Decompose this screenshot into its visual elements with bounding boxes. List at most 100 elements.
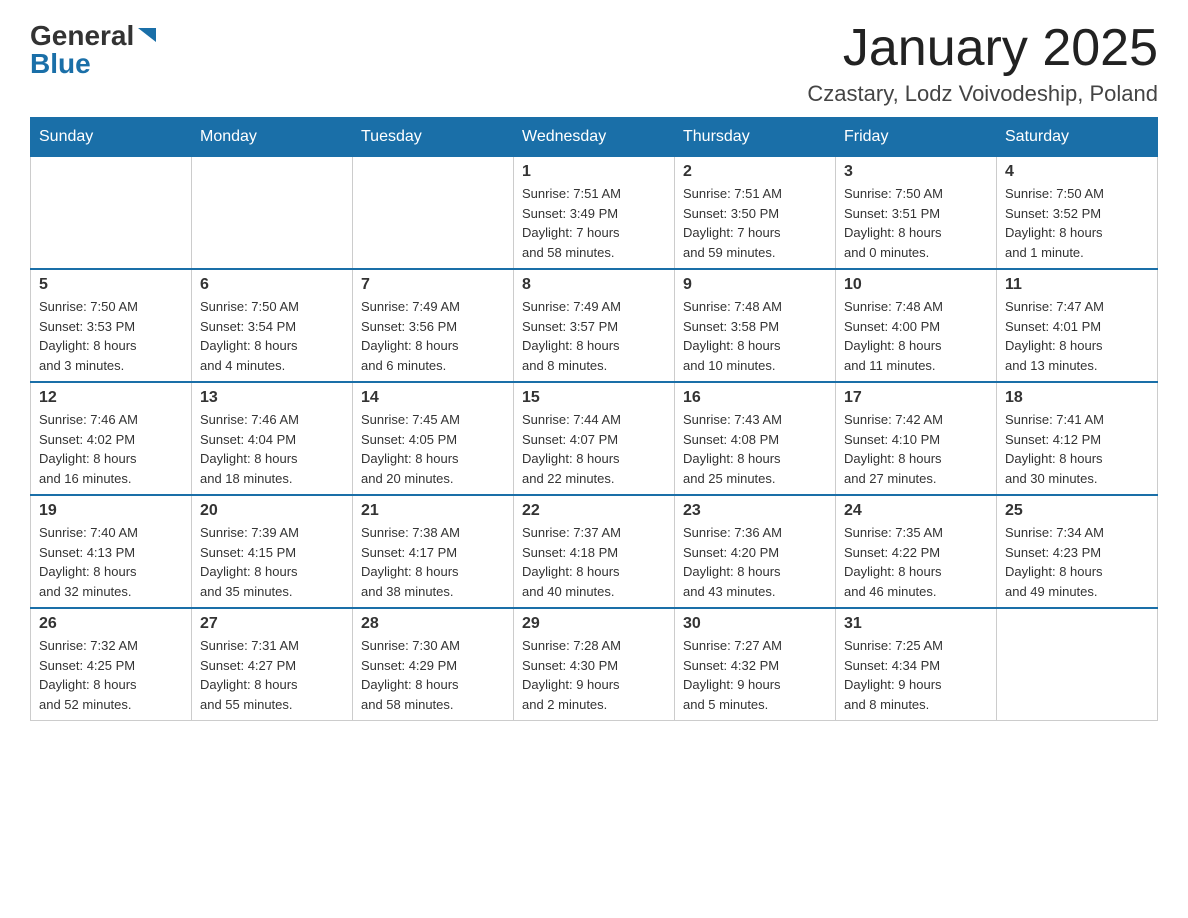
- calendar-day-cell: 16Sunrise: 7:43 AM Sunset: 4:08 PM Dayli…: [675, 382, 836, 495]
- calendar-day-cell: 29 Sunrise: 7:28 AM Sunset: 4:30 PM Dayli…: [514, 608, 675, 721]
- calendar-header-sunday: Sunday: [31, 118, 192, 157]
- day-info: Sunrise: 7:48 AM Sunset: 4:00 PM Dayligh…: [844, 297, 988, 375]
- calendar-week-row: 19 Sunrise: 7:40 AM Sunset: 4:13 PM Dayli…: [31, 495, 1158, 608]
- day-number: 3: [844, 163, 988, 181]
- day-number: 31: [844, 615, 988, 633]
- calendar-day-cell: 4 Sunrise: 7:50 AM Sunset: 3:52 PM Daylig…: [997, 157, 1158, 270]
- day-info: Sunrise: 7:46 AM Sunset: 4:04 PM Dayligh…: [200, 410, 344, 488]
- logo-blue-text: Blue: [30, 48, 91, 80]
- day-number: 13: [200, 389, 344, 407]
- calendar-day-cell: [997, 608, 1158, 721]
- day-number: 5: [39, 276, 183, 294]
- month-title: January 2025: [807, 20, 1158, 77]
- day-info: Sunrise: 7:50 AM Sunset: 3:53 PM Dayligh…: [39, 297, 183, 375]
- calendar-day-cell: 28 Sunrise: 7:30 AM Sunset: 4:29 PM Dayli…: [353, 608, 514, 721]
- day-info: Sunrise: 7:31 AM Sunset: 4:27 PM Dayligh…: [200, 636, 344, 714]
- calendar-day-cell: 30Sunrise: 7:27 AM Sunset: 4:32 PM Dayli…: [675, 608, 836, 721]
- day-info: Sunrise: 7:50 AM Sunset: 3:52 PM Dayligh…: [1005, 184, 1149, 262]
- calendar-header-tuesday: Tuesday: [353, 118, 514, 157]
- day-number: 7: [361, 276, 505, 294]
- day-info: Sunrise: 7:34 AM Sunset: 4:23 PM Dayligh…: [1005, 523, 1149, 601]
- day-info: Sunrise: 7:41 AM Sunset: 4:12 PM Dayligh…: [1005, 410, 1149, 488]
- day-info: Sunrise: 7:49 AM Sunset: 3:57 PM Dayligh…: [522, 297, 666, 375]
- day-number: 8: [522, 276, 666, 294]
- day-number: 25: [1005, 502, 1149, 520]
- day-info: Sunrise: 7:37 AM Sunset: 4:18 PM Dayligh…: [522, 523, 666, 601]
- day-info: Sunrise: 7:48 AM Sunset: 3:58 PM Dayligh…: [683, 297, 827, 375]
- calendar-day-cell: 31 Sunrise: 7:25 AM Sunset: 4:34 PM Dayli…: [836, 608, 997, 721]
- day-number: 18: [1005, 389, 1149, 407]
- calendar-day-cell: 8 Sunrise: 7:49 AM Sunset: 3:57 PM Daylig…: [514, 269, 675, 382]
- day-number: 27: [200, 615, 344, 633]
- day-info: Sunrise: 7:50 AM Sunset: 3:54 PM Dayligh…: [200, 297, 344, 375]
- day-info: Sunrise: 7:36 AM Sunset: 4:20 PM Dayligh…: [683, 523, 827, 601]
- day-number: 29: [522, 615, 666, 633]
- day-number: 23: [683, 502, 827, 520]
- day-number: 1: [522, 163, 666, 181]
- day-info: Sunrise: 7:46 AM Sunset: 4:02 PM Dayligh…: [39, 410, 183, 488]
- calendar-day-cell: 2Sunrise: 7:51 AM Sunset: 3:50 PM Daylig…: [675, 157, 836, 270]
- calendar-header-row: SundayMondayTuesdayWednesdayThursdayFrid…: [31, 118, 1158, 157]
- day-number: 9: [683, 276, 827, 294]
- day-number: 17: [844, 389, 988, 407]
- calendar-day-cell: 23 Sunrise: 7:36 AM Sunset: 4:20 PM Dayli…: [675, 495, 836, 608]
- calendar-day-cell: 11 Sunrise: 7:47 AM Sunset: 4:01 PM Dayli…: [997, 269, 1158, 382]
- calendar-table: SundayMondayTuesdayWednesdayThursdayFrid…: [30, 117, 1158, 721]
- calendar-day-cell: [353, 157, 514, 270]
- day-info: Sunrise: 7:28 AM Sunset: 4:30 PM Dayligh…: [522, 636, 666, 714]
- day-number: 4: [1005, 163, 1149, 181]
- day-number: 28: [361, 615, 505, 633]
- day-number: 24: [844, 502, 988, 520]
- day-info: Sunrise: 7:32 AM Sunset: 4:25 PM Dayligh…: [39, 636, 183, 714]
- calendar-day-cell: 7Sunrise: 7:49 AM Sunset: 3:56 PM Daylig…: [353, 269, 514, 382]
- calendar-day-cell: 15 Sunrise: 7:44 AM Sunset: 4:07 PM Dayli…: [514, 382, 675, 495]
- calendar-day-cell: 18 Sunrise: 7:41 AM Sunset: 4:12 PM Dayli…: [997, 382, 1158, 495]
- calendar-header-thursday: Thursday: [675, 118, 836, 157]
- calendar-day-cell: [192, 157, 353, 270]
- calendar-day-cell: 21Sunrise: 7:38 AM Sunset: 4:17 PM Dayli…: [353, 495, 514, 608]
- day-info: Sunrise: 7:44 AM Sunset: 4:07 PM Dayligh…: [522, 410, 666, 488]
- calendar-day-cell: 19 Sunrise: 7:40 AM Sunset: 4:13 PM Dayli…: [31, 495, 192, 608]
- day-info: Sunrise: 7:25 AM Sunset: 4:34 PM Dayligh…: [844, 636, 988, 714]
- day-number: 19: [39, 502, 183, 520]
- calendar-header-wednesday: Wednesday: [514, 118, 675, 157]
- logo-arrow-icon: [136, 26, 158, 48]
- day-number: 30: [683, 615, 827, 633]
- day-number: 26: [39, 615, 183, 633]
- logo: General Blue: [30, 20, 158, 80]
- day-info: Sunrise: 7:30 AM Sunset: 4:29 PM Dayligh…: [361, 636, 505, 714]
- calendar-day-cell: 6Sunrise: 7:50 AM Sunset: 3:54 PM Daylig…: [192, 269, 353, 382]
- calendar-day-cell: 26 Sunrise: 7:32 AM Sunset: 4:25 PM Dayli…: [31, 608, 192, 721]
- day-number: 10: [844, 276, 988, 294]
- calendar-day-cell: 13 Sunrise: 7:46 AM Sunset: 4:04 PM Dayli…: [192, 382, 353, 495]
- day-number: 22: [522, 502, 666, 520]
- day-info: Sunrise: 7:42 AM Sunset: 4:10 PM Dayligh…: [844, 410, 988, 488]
- calendar-week-row: 26 Sunrise: 7:32 AM Sunset: 4:25 PM Dayli…: [31, 608, 1158, 721]
- day-info: Sunrise: 7:40 AM Sunset: 4:13 PM Dayligh…: [39, 523, 183, 601]
- calendar-day-cell: 9 Sunrise: 7:48 AM Sunset: 3:58 PM Daylig…: [675, 269, 836, 382]
- calendar-day-cell: [31, 157, 192, 270]
- calendar-day-cell: 1Sunrise: 7:51 AM Sunset: 3:49 PM Daylig…: [514, 157, 675, 270]
- day-number: 15: [522, 389, 666, 407]
- day-info: Sunrise: 7:35 AM Sunset: 4:22 PM Dayligh…: [844, 523, 988, 601]
- day-info: Sunrise: 7:39 AM Sunset: 4:15 PM Dayligh…: [200, 523, 344, 601]
- calendar-day-cell: 20 Sunrise: 7:39 AM Sunset: 4:15 PM Dayli…: [192, 495, 353, 608]
- day-number: 11: [1005, 276, 1149, 294]
- calendar-day-cell: 3Sunrise: 7:50 AM Sunset: 3:51 PM Daylig…: [836, 157, 997, 270]
- calendar-day-cell: 5 Sunrise: 7:50 AM Sunset: 3:53 PM Daylig…: [31, 269, 192, 382]
- calendar-day-cell: 24 Sunrise: 7:35 AM Sunset: 4:22 PM Dayli…: [836, 495, 997, 608]
- calendar-week-row: 5 Sunrise: 7:50 AM Sunset: 3:53 PM Daylig…: [31, 269, 1158, 382]
- calendar-day-cell: 12Sunrise: 7:46 AM Sunset: 4:02 PM Dayli…: [31, 382, 192, 495]
- calendar-week-row: 1Sunrise: 7:51 AM Sunset: 3:49 PM Daylig…: [31, 157, 1158, 270]
- day-number: 20: [200, 502, 344, 520]
- calendar-day-cell: 10 Sunrise: 7:48 AM Sunset: 4:00 PM Dayli…: [836, 269, 997, 382]
- location-subtitle: Czastary, Lodz Voivodeship, Poland: [807, 81, 1158, 107]
- day-info: Sunrise: 7:47 AM Sunset: 4:01 PM Dayligh…: [1005, 297, 1149, 375]
- title-section: January 2025 Czastary, Lodz Voivodeship,…: [807, 20, 1158, 107]
- calendar-week-row: 12Sunrise: 7:46 AM Sunset: 4:02 PM Dayli…: [31, 382, 1158, 495]
- calendar-header-friday: Friday: [836, 118, 997, 157]
- calendar-day-cell: 14Sunrise: 7:45 AM Sunset: 4:05 PM Dayli…: [353, 382, 514, 495]
- day-info: Sunrise: 7:45 AM Sunset: 4:05 PM Dayligh…: [361, 410, 505, 488]
- day-info: Sunrise: 7:51 AM Sunset: 3:50 PM Dayligh…: [683, 184, 827, 262]
- day-number: 21: [361, 502, 505, 520]
